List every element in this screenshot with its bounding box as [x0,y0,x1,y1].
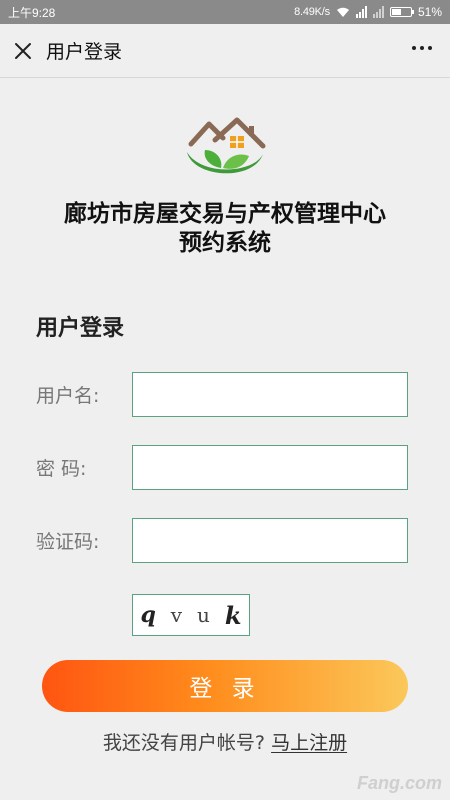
captcha-image[interactable]: q v u k [132,594,250,636]
username-input[interactable] [132,372,408,417]
captcha-label: 验证码: [36,531,100,553]
register-prompt: 我还没有用户帐号? [102,732,266,754]
title-bar: 用户登录 [0,24,450,78]
captcha-char: v [170,603,183,627]
page-title: 用户登录 [46,41,123,63]
status-icons: 8.49K/s 51% [294,5,442,19]
wifi-icon [336,7,349,17]
login-heading: 用户登录 [36,316,125,341]
network-speed: 8.49K/s [294,6,330,18]
captcha-row: 验证码: [36,518,408,563]
login-button[interactable]: 登 录 [42,660,408,712]
app-title-line2: 预约系统 [179,230,271,256]
app-title-line1: 廊坊市房屋交易与产权管理中心 [64,201,386,227]
password-input[interactable] [132,445,408,490]
status-time: 上午9:28 [8,5,56,20]
watermark-logo: Fang.com [356,773,442,793]
password-label: 密 码: [36,458,87,480]
close-icon[interactable] [12,40,34,62]
register-link[interactable]: 马上注册 [271,732,347,754]
battery-fill [391,9,402,15]
username-row: 用户名: [36,372,408,417]
battery-percent: 51% [417,5,442,19]
house-leaf-logo [187,117,266,174]
signal-icon-secondary [372,6,384,18]
captcha-input[interactable] [132,518,408,563]
username-label: 用户名: [36,385,100,407]
more-dots-icon[interactable] [408,40,436,56]
status-bar: 上午9:28 8.49K/s 51% [0,0,450,24]
captcha-char: q [140,602,156,628]
battery-icon [389,7,414,17]
password-row: 密 码: [36,445,408,490]
captcha-char: u [197,603,210,627]
captcha-char: k [224,600,242,630]
register-prompt-line: 我还没有用户帐号? 马上注册 [0,728,450,755]
app-title: 廊坊市房屋交易与产权管理中心 预约系统 [0,200,450,258]
signal-icon [355,6,367,18]
